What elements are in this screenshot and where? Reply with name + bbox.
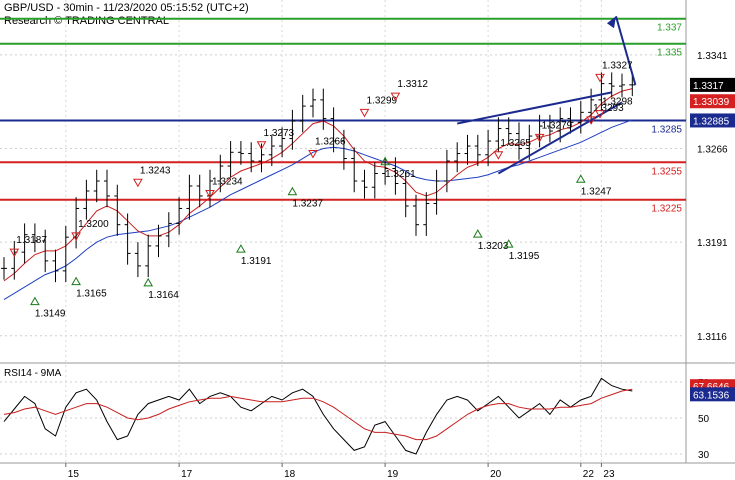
level-label: 1.3225 <box>651 204 682 215</box>
pivot-low-marker <box>71 276 81 286</box>
pivot-high-marker <box>493 151 504 160</box>
pivot-low-label: 1.3261 <box>385 169 416 180</box>
pivot-low-label: 1.3165 <box>76 289 107 300</box>
level-label: 1.335 <box>657 48 682 59</box>
time-tick-label: 22 <box>583 469 595 480</box>
chart-canvas[interactable]: 1.31161.31911.32661.33413050701517181920… <box>0 0 735 480</box>
pivot-high-label: 1.3266 <box>315 137 346 148</box>
pivot-high-marker <box>359 108 370 118</box>
projection-arrow <box>615 15 637 86</box>
pivot-high-label: 1.3273 <box>264 128 295 139</box>
time-tick-label: 20 <box>490 469 502 480</box>
price-tick-label: 1.3341 <box>697 51 728 62</box>
rsi-line <box>3 377 633 455</box>
rsi-tick-label: 30 <box>698 450 710 461</box>
pivot-low-label: 1.3164 <box>148 290 179 301</box>
pivot-low-marker <box>287 186 298 196</box>
level-label: 1.3255 <box>651 166 682 177</box>
pivot-high-label: 1.3200 <box>78 219 109 230</box>
time-tick-label: 18 <box>284 469 296 480</box>
pivot-low-label: 1.3149 <box>35 309 66 320</box>
rsi-tick-label: 50 <box>698 414 710 425</box>
pivot-low-label: 1.3237 <box>292 199 323 210</box>
pivot-high-label: 1.3265 <box>500 138 531 149</box>
rsi-tag-label: 63.1536 <box>693 390 730 401</box>
time-tick-label: 19 <box>387 469 399 480</box>
pivot-high-marker <box>595 73 605 83</box>
pivot-low-label: 1.3247 <box>581 186 612 197</box>
pivot-low-label: 1.3203 <box>478 241 509 252</box>
pivot-low-marker <box>472 229 483 238</box>
level-label: 1.3285 <box>651 124 682 135</box>
pivot-high-label: 1.3279 <box>542 120 573 131</box>
time-tick-label: 15 <box>68 469 80 480</box>
price-tick-label: 1.3116 <box>697 332 727 343</box>
pivot-high-label: 1.3298 <box>602 97 633 108</box>
pivot-low-label: 1.3191 <box>241 256 272 267</box>
level-label: 1.337 <box>657 23 682 34</box>
pivot-high-label: 1.3234 <box>212 176 243 187</box>
pivot-high-marker <box>133 178 143 188</box>
price-tick-label: 1.3266 <box>697 145 728 156</box>
pivot-low-marker <box>236 244 246 253</box>
rsi-line <box>3 388 633 441</box>
pivot-high-label: 1.3187 <box>16 235 47 246</box>
pivot-low-marker <box>30 296 40 306</box>
time-tick-label: 17 <box>181 469 193 480</box>
price-tag-label: 1.32885 <box>693 116 730 127</box>
pivot-high-label: 1.3312 <box>397 79 428 90</box>
pivot-high-label: 1.3243 <box>140 165 171 176</box>
pivot-low-marker <box>143 277 154 287</box>
time-tick-label: 23 <box>603 469 615 480</box>
price-tick-label: 1.3191 <box>697 238 728 249</box>
price-tag-label: 1.33039 <box>693 97 730 108</box>
pivot-low-label: 1.3195 <box>509 251 540 262</box>
pivot-high-label: 1.3327 <box>602 60 633 71</box>
price-tag-label: 1.3317 <box>693 81 724 92</box>
pivot-high-label: 1.3299 <box>367 95 398 106</box>
